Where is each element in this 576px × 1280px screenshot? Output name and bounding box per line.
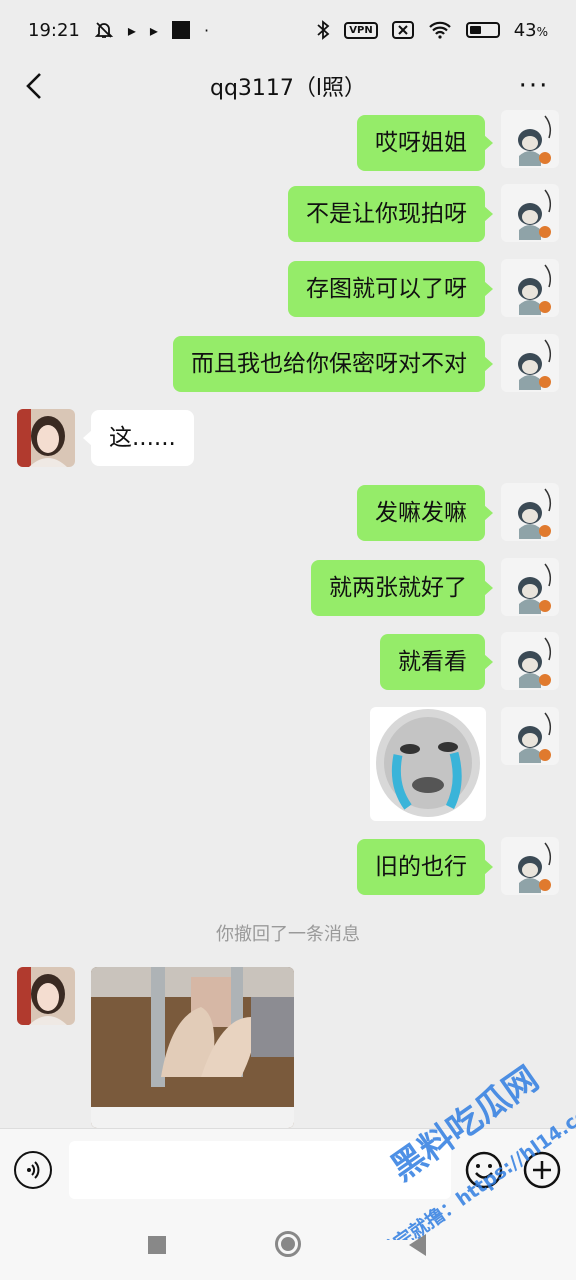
message-input[interactable] — [69, 1141, 451, 1199]
my-avatar[interactable] — [501, 334, 559, 392]
my-avatar[interactable] — [501, 110, 559, 168]
my-avatar[interactable] — [501, 632, 559, 690]
plus-icon — [523, 1151, 561, 1189]
back-button[interactable] — [14, 64, 54, 108]
emoji-button[interactable] — [465, 1151, 503, 1189]
vpn-badge: VPN — [344, 21, 378, 39]
voice-icon — [27, 1161, 40, 1179]
message-bubble-outgoing[interactable]: 不是让你现拍呀 — [288, 186, 493, 242]
more-functions-button[interactable] — [523, 1151, 561, 1189]
status-bar: 19:21 ▸ ▸ · VPN 43% — [0, 0, 576, 60]
system-nav-bar — [0, 1210, 576, 1280]
bell-muted-icon — [94, 20, 114, 40]
recall-notice: 你撤回了一条消息 — [216, 924, 360, 945]
play-icon: ▸ — [127, 20, 136, 40]
status-time: 19:21 — [28, 19, 80, 41]
my-avatar[interactable] — [501, 483, 559, 541]
message-bubble-outgoing[interactable]: 而且我也给你保密呀对不对 — [173, 336, 493, 392]
battery-icon — [465, 22, 500, 38]
message-bubble-outgoing[interactable]: 就看看 — [380, 634, 493, 690]
voice-input-button[interactable] — [14, 1151, 52, 1189]
input-bar — [0, 1128, 576, 1211]
stop-icon — [171, 21, 190, 39]
chat-title: qq3117（l照） — [209, 76, 367, 101]
message-bubble-outgoing[interactable]: 哎呀姐姐 — [357, 115, 493, 171]
contact-avatar[interactable] — [17, 967, 75, 1025]
my-avatar[interactable] — [501, 837, 559, 895]
message-bubble-outgoing[interactable]: 旧的也行 — [357, 839, 493, 895]
emoji-icon — [465, 1151, 503, 1189]
message-bubble-outgoing[interactable]: 存图就可以了呀 — [288, 261, 493, 317]
contact-avatar[interactable] — [17, 409, 75, 467]
wifi-icon — [428, 21, 452, 39]
my-avatar[interactable] — [501, 707, 559, 765]
bluetooth-icon — [316, 20, 330, 40]
dot-icon: · — [203, 20, 210, 40]
my-avatar[interactable] — [501, 184, 559, 242]
my-avatar[interactable] — [501, 558, 559, 616]
chevron-left-icon — [26, 73, 41, 99]
system-back-button[interactable] — [409, 1234, 426, 1256]
play-icon: ▸ — [149, 20, 158, 40]
no-sim-icon — [391, 21, 414, 39]
sticker-crying-face[interactable] — [370, 707, 486, 821]
message-bubble-outgoing[interactable]: 发嘛发嘛 — [357, 485, 493, 541]
more-options-button[interactable]: ··· — [512, 64, 556, 108]
chat-header: qq3117（l照） ··· — [0, 60, 576, 112]
home-button[interactable] — [275, 1231, 301, 1257]
photo-message[interactable] — [91, 967, 294, 1128]
battery-percent: 43% — [513, 19, 548, 41]
message-bubble-incoming[interactable]: 这...... — [83, 410, 194, 466]
my-avatar[interactable] — [501, 259, 559, 317]
message-bubble-outgoing[interactable]: 就两张就好了 — [311, 560, 493, 616]
recents-button[interactable] — [148, 1236, 166, 1254]
